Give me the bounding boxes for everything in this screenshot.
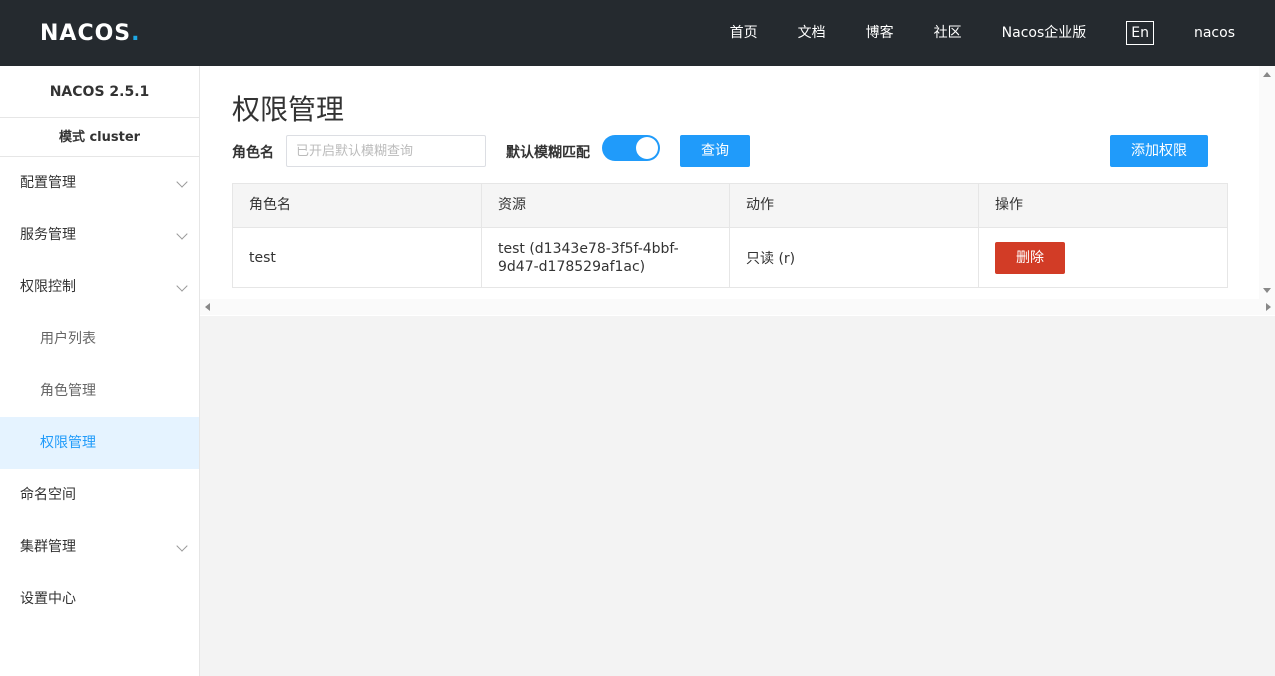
page-title: 权限管理 [232,93,345,126]
sidebar-item-label: 权限管理 [40,435,96,451]
role-name-label: 角色名 [232,145,274,161]
sidebar-item-permissions[interactable]: 权限管理 [0,417,199,469]
sidebar: NACOS 2.5.1 模式 cluster 配置管理 服务管理 权限控制 用户… [0,66,200,676]
sidebar-item-label: 命名空间 [20,487,76,503]
toggle-knob [636,137,658,159]
sidebar-item-label: 权限控制 [20,279,76,295]
scroll-right-icon[interactable] [1266,303,1271,311]
sidebar-item-config[interactable]: 配置管理 [0,157,199,209]
nacos-logo[interactable]: NACOS. [40,18,141,48]
chevron-down-icon [176,228,188,240]
top-nav: 首页 文档 博客 社区 Nacos企业版 En nacos [730,0,1235,66]
nav-enterprise[interactable]: Nacos企业版 [1002,0,1087,66]
cell-role: test [233,227,482,287]
scroll-up-icon[interactable] [1263,72,1271,77]
chevron-down-icon [176,176,188,188]
sidebar-item-namespace[interactable]: 命名空间 [0,469,199,521]
column-header-action: 动作 [730,184,979,227]
scroll-left-icon[interactable] [205,303,210,311]
scroll-down-icon[interactable] [1263,288,1271,293]
table-row: test test (d1343e78-3f5f-4bbf-9d47-d1785… [233,227,1227,287]
nav-blog[interactable]: 博客 [866,0,894,66]
role-search-input[interactable] [286,135,486,167]
top-header: NACOS. 首页 文档 博客 社区 Nacos企业版 En nacos [0,0,1275,66]
column-header-operation: 操作 [979,184,1227,227]
language-switch[interactable]: En [1126,21,1154,45]
table-header-row: 角色名 资源 动作 操作 [233,184,1227,227]
sidebar-item-cluster[interactable]: 集群管理 [0,521,199,573]
sidebar-item-label: 设置中心 [20,591,76,607]
sidebar-item-settings[interactable]: 设置中心 [0,573,199,625]
nav-docs[interactable]: 文档 [798,0,826,66]
logo-dot: . [131,20,141,46]
delete-button[interactable]: 删除 [995,241,1065,274]
query-button[interactable]: 查询 [680,135,750,167]
nav-home[interactable]: 首页 [730,0,758,66]
horizontal-scrollbar[interactable] [200,299,1275,315]
user-menu[interactable]: nacos [1194,0,1235,66]
sidebar-item-service[interactable]: 服务管理 [0,209,199,261]
sidebar-item-roles[interactable]: 角色管理 [0,365,199,417]
mode-label: 模式 cluster [0,118,199,157]
fuzzy-match-toggle[interactable] [602,135,660,161]
cell-action: 只读 (r) [730,227,979,287]
sidebar-item-label: 服务管理 [20,227,76,243]
chevron-down-icon [176,540,188,552]
nav-community[interactable]: 社区 [934,0,962,66]
add-permission-button[interactable]: 添加权限 [1110,135,1208,167]
sidebar-item-label: 角色管理 [40,383,96,399]
sidebar-item-label: 配置管理 [20,175,76,191]
version-label: NACOS 2.5.1 [0,66,199,118]
fuzzy-match-label: 默认模糊匹配 [506,145,590,161]
main-content: 权限管理 角色名 默认模糊匹配 查询 添加权限 角色名 资源 动作 操作 tes… [200,66,1275,316]
chevron-down-icon [176,280,188,292]
sidebar-item-label: 用户列表 [40,331,96,347]
column-header-resource: 资源 [482,184,730,227]
cell-operation: 删除 [979,227,1227,287]
permissions-table: 角色名 资源 动作 操作 test test (d1343e78-3f5f-4b… [232,183,1228,288]
logo-text: NACOS [40,20,132,46]
column-header-role: 角色名 [233,184,482,227]
sidebar-item-auth[interactable]: 权限控制 [0,261,199,313]
sidebar-item-label: 集群管理 [20,539,76,555]
vertical-scrollbar[interactable] [1259,66,1275,299]
sidebar-item-users[interactable]: 用户列表 [0,313,199,365]
cell-resource: test (d1343e78-3f5f-4bbf-9d47-d178529af1… [482,227,730,287]
